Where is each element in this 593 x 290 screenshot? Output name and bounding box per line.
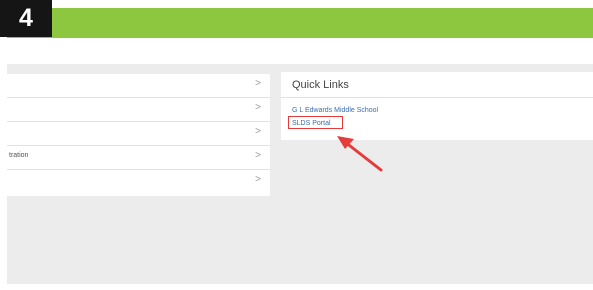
sidebar-menu: > > > tration > > [7, 74, 270, 196]
sidebar-item[interactable]: > [7, 98, 270, 122]
chevron-right-icon: > [255, 78, 261, 89]
sidebar-item[interactable]: > [7, 122, 270, 146]
step-number-badge: 4 [0, 0, 52, 37]
sidebar-item-label: tration [9, 152, 29, 159]
quick-links-panel: Quick Links G L Edwards Middle School SL… [281, 72, 593, 140]
highlight-box [288, 116, 343, 129]
chevron-right-icon: > [255, 150, 261, 161]
sidebar-item-administration[interactable]: tration > [7, 146, 270, 170]
chevron-right-icon: > [255, 126, 261, 137]
sidebar-item[interactable]: > [7, 74, 270, 98]
chevron-right-icon: > [255, 102, 261, 113]
sub-header-bar [7, 38, 593, 64]
quick-links-title: Quick Links [281, 72, 593, 98]
app-window: > > > tration > > Quick Links G L Edward… [7, 8, 593, 284]
school-link[interactable]: G L Edwards Middle School [292, 107, 378, 114]
top-bar [7, 8, 593, 38]
chevron-right-icon: > [255, 174, 261, 185]
sidebar-item[interactable]: > [7, 170, 270, 194]
